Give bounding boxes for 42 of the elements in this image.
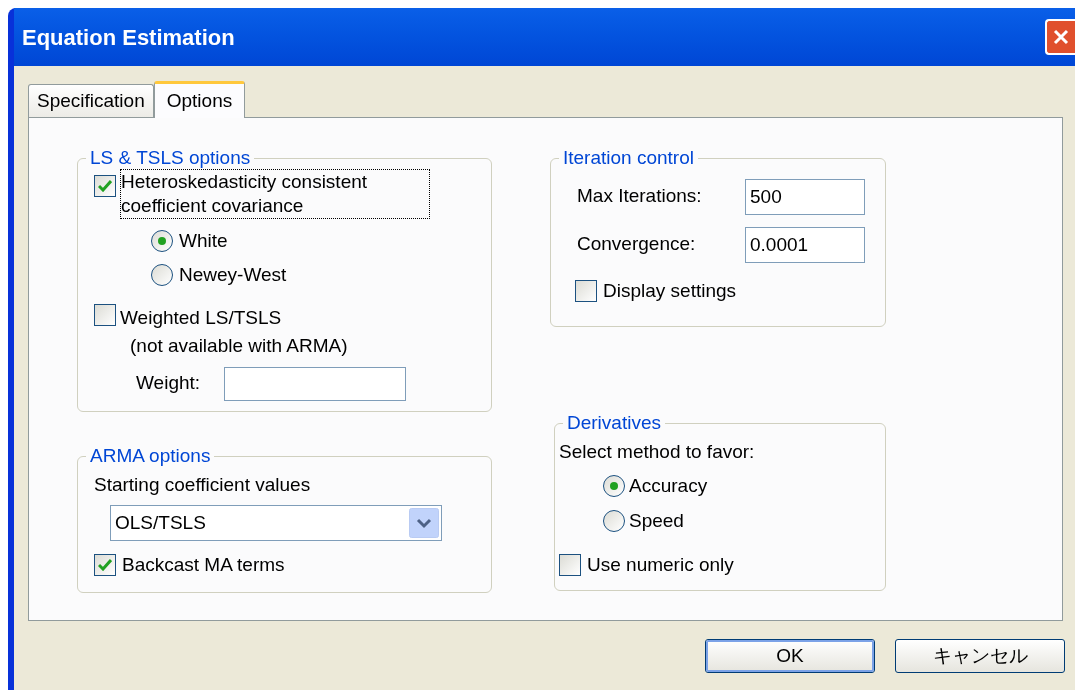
radio-button[interactable] (603, 509, 625, 532)
tab[interactable]: Specification (28, 84, 154, 117)
checkbox[interactable] (559, 554, 581, 577)
checkbox-label: Weighted LS/TSLS (120, 305, 283, 330)
radio-label: Speed (629, 508, 684, 533)
input-field[interactable]: 0.0001 (745, 226, 865, 263)
radio-button[interactable] (603, 475, 625, 498)
note-text: (not available with ARMA) (130, 334, 348, 358)
field-label: Starting coefficient values (94, 472, 312, 497)
dialog-button[interactable]: OK (705, 639, 875, 673)
input-field[interactable]: 500 (745, 178, 865, 215)
checkbox[interactable] (94, 554, 116, 577)
tab[interactable]: Options (153, 81, 246, 118)
radio-label: White (179, 228, 228, 253)
window-title: Equation Estimation (22, 23, 235, 52)
radio-label: Newey-West (179, 263, 287, 287)
group-title: LS & TSLS options (89, 146, 252, 170)
weight-field[interactable] (224, 366, 407, 401)
close-icon (1053, 29, 1069, 45)
group-title: Derivatives (566, 411, 662, 435)
dropdown-value: OLS/TSLS (115, 510, 206, 535)
checkbox[interactable] (94, 303, 116, 326)
checkbox-label: Display settings (603, 278, 737, 303)
checkmark-icon (98, 559, 112, 572)
checkbox[interactable] (575, 279, 597, 302)
checkbox[interactable] (94, 174, 116, 197)
radio-label: Accuracy (629, 474, 708, 498)
checkmark-icon (98, 179, 112, 192)
field-label: Weight: (136, 371, 201, 396)
field-label: Convergence: (577, 232, 696, 257)
group-title: Iteration control (562, 146, 695, 170)
prompt-text: Select method to favor: (559, 439, 756, 464)
checkbox-label: Backcast MA terms (122, 553, 285, 577)
radio-button[interactable] (151, 264, 173, 287)
radio-button[interactable] (151, 229, 173, 252)
checkbox-label: Heteroskedasticity consistent coefficient covariance (120, 168, 430, 219)
close-button[interactable] (1045, 19, 1075, 55)
field-label: Max Iterations: (577, 184, 702, 209)
checkbox-label: Use numeric only (587, 553, 734, 577)
dropdown[interactable]: OLS/TSLS (110, 505, 442, 541)
group-title: ARMA options (89, 444, 212, 468)
dialog-button[interactable]: キャンセル (895, 639, 1065, 673)
